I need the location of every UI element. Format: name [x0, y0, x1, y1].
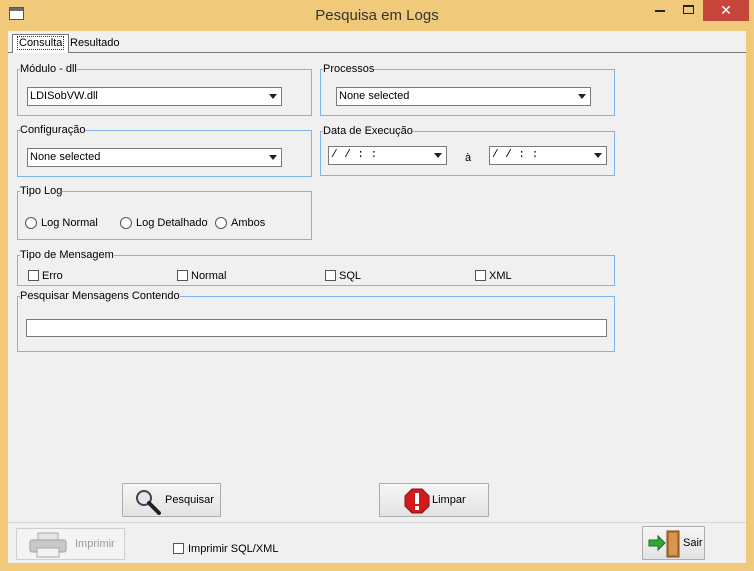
checkbox-normal[interactable] [177, 270, 188, 281]
combo-value: None selected [30, 151, 101, 163]
group-legend: Módulo - dll [20, 63, 77, 75]
sair-button[interactable]: Sair [642, 526, 705, 560]
magnifier-icon [136, 490, 161, 515]
checkbox-label: Erro [42, 270, 63, 282]
consulta-panel: Módulo - dll LDISobVW.dll Processos None… [8, 53, 746, 519]
imprimir-button[interactable]: Imprimir [16, 528, 125, 560]
radio-label: Log Detalhado [136, 217, 208, 229]
close-icon: ✕ [720, 2, 732, 18]
button-label: Pesquisar [165, 494, 214, 506]
chevron-down-icon [578, 94, 586, 99]
bottom-toolbar: Imprimir Imprimir SQL/XML Sair [8, 522, 746, 563]
printer-icon [29, 532, 67, 558]
checkbox-label: Imprimir SQL/XML [188, 543, 279, 555]
chevron-down-icon [434, 153, 442, 158]
tab-label: Resultado [70, 37, 120, 49]
date-range-separator: à [465, 152, 472, 164]
combo-value: None selected [339, 90, 410, 102]
group-processos: Processos None selected [320, 64, 615, 116]
modulo-select[interactable]: LDISobVW.dll [27, 87, 282, 106]
checkbox-erro[interactable] [28, 270, 39, 281]
checkbox-xml[interactable] [475, 270, 486, 281]
group-legend: Data de Execução [323, 125, 413, 137]
configuracao-select[interactable]: None selected [27, 148, 282, 167]
picker-value: / / : : [331, 149, 378, 161]
minimize-icon [655, 10, 665, 12]
button-label: Limpar [432, 494, 466, 506]
button-label: Sair [683, 537, 703, 549]
tab-label: Consulta [17, 36, 65, 50]
mensagem-search-input[interactable] [26, 319, 607, 337]
checkbox-label: Normal [191, 270, 227, 282]
group-pesquisar-mensagens: Pesquisar Mensagens Contendo [17, 291, 615, 352]
checkbox-imprimir-sql-xml[interactable] [173, 543, 184, 554]
group-modulo: Módulo - dll LDISobVW.dll [17, 64, 312, 116]
exit-door-icon [648, 530, 680, 558]
window-title: Pesquisa em Logs [315, 7, 439, 24]
radio-log-detalhado[interactable] [120, 217, 132, 229]
maximize-icon [683, 5, 694, 14]
button-label: Imprimir [75, 538, 115, 550]
group-legend: Pesquisar Mensagens Contendo [20, 290, 180, 302]
chevron-down-icon [269, 155, 277, 160]
checkbox-label: SQL [339, 270, 362, 282]
tab-consulta[interactable]: Consulta [12, 34, 70, 54]
group-configuracao: Configuração None selected [17, 125, 312, 177]
combo-value: LDISobVW.dll [30, 90, 98, 102]
pesquisar-button[interactable]: Pesquisar [122, 483, 221, 517]
client-area: Consulta Resultado Módulo - dll LDISobVW… [8, 31, 746, 563]
stop-exclamation-icon [404, 488, 430, 514]
data-fim-picker[interactable]: / / : : [489, 146, 607, 165]
minimize-button[interactable] [646, 0, 674, 21]
group-data-execucao: Data de Execução / / : : à / / : : [320, 126, 615, 176]
radio-label: Log Normal [41, 217, 98, 229]
data-inicio-picker[interactable]: / / : : [328, 146, 447, 165]
chevron-down-icon [594, 153, 602, 158]
tab-strip: Consulta Resultado [8, 31, 746, 54]
group-tipo-log: Tipo Log Log Normal Log Detalhado Ambos [17, 186, 312, 240]
close-button[interactable]: ✕ [703, 0, 749, 21]
radio-ambos[interactable] [215, 217, 227, 229]
checkbox-sql[interactable] [325, 270, 336, 281]
group-legend: Tipo de Mensagem [20, 249, 114, 261]
title-bar: Pesquisa em Logs ✕ [0, 0, 754, 31]
maximize-button[interactable] [675, 0, 702, 21]
group-tipo-mensagem: Tipo de Mensagem Erro Normal SQL XML [17, 250, 615, 286]
limpar-button[interactable]: Limpar [379, 483, 489, 517]
radio-label: Ambos [231, 217, 266, 229]
group-legend: Tipo Log [20, 185, 63, 197]
group-legend: Configuração [20, 124, 86, 136]
chevron-down-icon [269, 94, 277, 99]
picker-value: / / : : [492, 149, 539, 161]
tab-resultado[interactable]: Resultado [66, 35, 124, 53]
radio-log-normal[interactable] [25, 217, 37, 229]
checkbox-label: XML [489, 270, 512, 282]
group-legend: Processos [323, 63, 375, 75]
processos-select[interactable]: None selected [336, 87, 591, 106]
